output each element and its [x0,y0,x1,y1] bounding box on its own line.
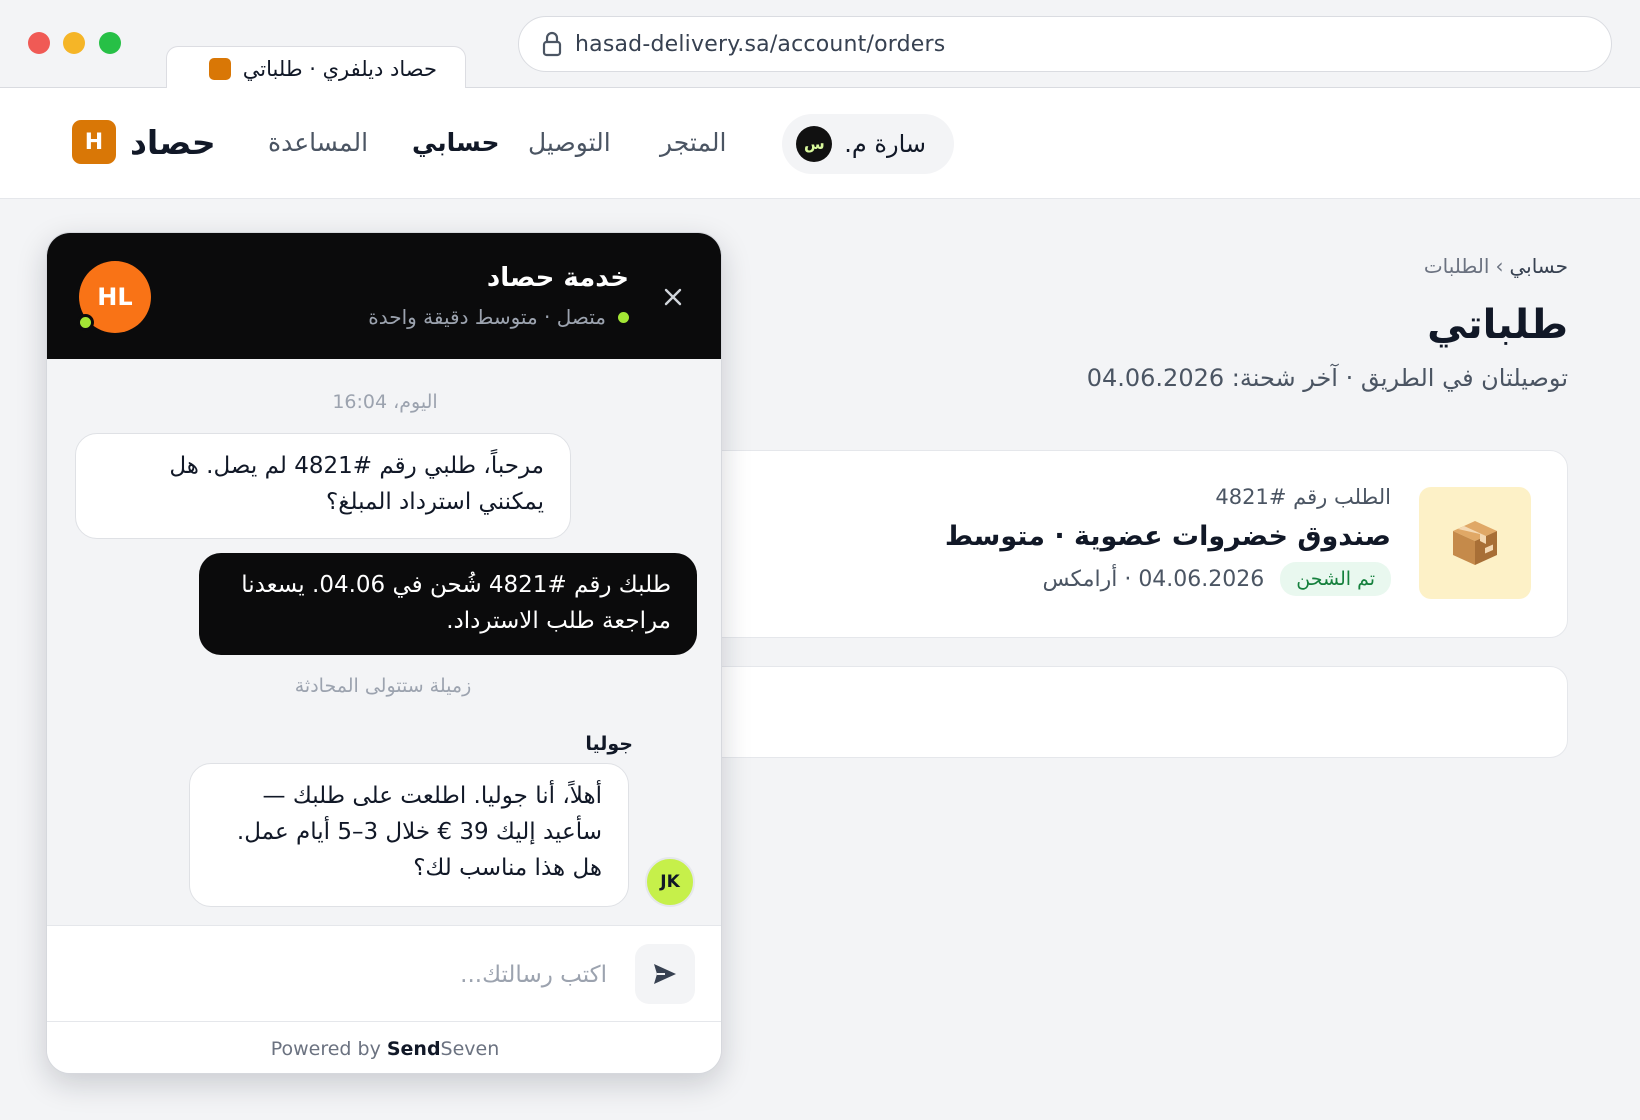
brand-mark-icon: H [72,120,116,164]
favicon-icon [208,57,231,80]
handover-note: زميلة ستتولى المحادثة [294,675,472,697]
site-header: H حصاد المساعدة حسابي التوصيل المتجر سار… [0,88,1640,199]
browser-chrome: حصاد ديلفري · طلباتي hasad-delivery.sa/a… [0,0,1640,90]
agent-avatar-small: JK [645,857,695,907]
address-bar[interactable]: hasad-delivery.sa/account/orders [518,16,1612,72]
breadcrumb: حسابي › الطلبات [1424,254,1568,278]
powered-by[interactable]: Powered by SendSeven [47,1021,721,1073]
order-number: الطلب رقم #4821 [1215,485,1391,509]
nav-help[interactable]: المساعدة [268,128,368,157]
order-meta: تم الشحن 04.06.2026 · أرامكس [945,562,1391,596]
page-title: طلباتي [1427,302,1568,348]
agent-name: جوليا [585,733,633,755]
breadcrumb-current: الطلبات [1423,254,1490,278]
user-avatar: س [796,126,833,162]
window-maximize-button[interactable] [99,32,121,54]
bot-message: طلبك رقم #4821 شُحن في 04.06. يسعدنا مرا… [199,553,697,655]
tab-title: حصاد ديلفري · طلباتي [242,56,437,81]
package-icon [1453,521,1497,565]
chat-composer [47,925,721,1021]
browser-tab[interactable]: حصاد ديلفري · طلباتي [166,46,466,90]
window-close-button[interactable] [28,32,50,54]
chat-header: HL خدمة حصاد متصل · متوسط دقيقة واحدة [47,233,721,359]
user-menu[interactable]: سارة م. س [782,114,954,174]
chat-status-text: متصل · متوسط دقيقة واحدة [368,305,606,329]
page-subtitle: توصيلتان في الطريق · آخر شحنة: 04.06.202… [1086,364,1568,392]
order-info: الطلب رقم #4821 صندوق خضروات عضوية · متو… [945,485,1391,596]
nav-delivery[interactable]: التوصيل [528,128,611,157]
order-card[interactable]: الطلب رقم #4821 صندوق خضروات عضوية · متو… [600,450,1568,638]
online-status-icon [77,314,94,331]
brand-name: حصاد [130,122,216,162]
status-badge: تم الشحن [1280,562,1391,596]
lock-icon [542,31,562,57]
chat-timestamp: اليوم، 16:04 [332,391,438,413]
order-date-carrier: 04.06.2026 · أرامكس [1042,566,1265,592]
breadcrumb-separator: › [1495,254,1504,278]
message-input[interactable] [83,946,607,1004]
brand-logo[interactable]: H حصاد [72,120,216,164]
nav-account[interactable]: حسابي [412,128,500,157]
product-thumbnail [1419,487,1531,599]
powered-by-brand-bold: Send [386,1037,441,1060]
powered-by-brand: SendSeven [387,1038,499,1060]
status-dot-icon [618,311,629,323]
powered-by-brand-rest: Seven [440,1037,500,1060]
order-product-name[interactable]: صندوق خضروات عضوية · متوسط [945,521,1391,552]
send-button[interactable] [635,944,695,1004]
chat-status: متصل · متوسط دقيقة واحدة [368,305,629,329]
window-minimize-button[interactable] [63,32,85,54]
user-name: سارة م. [844,130,926,158]
breadcrumb-account[interactable]: حسابي [1509,254,1568,278]
close-icon[interactable] [659,283,687,311]
customer-message: مرحباً، طلبي رقم #4821 لم يصل. هل يمكنني… [75,433,571,539]
agent-message: أهلاً، أنا جوليا. اطلعت على طلبك — سأعيد… [189,763,629,907]
order-card-placeholder[interactable] [600,666,1568,758]
chat-widget: HL خدمة حصاد متصل · متوسط دقيقة واحدة ال… [46,232,722,1074]
powered-by-prefix: Powered by [270,1037,381,1060]
url-text: hasad-delivery.sa/account/orders [575,31,946,57]
chat-title: خدمة حصاد [486,263,629,293]
send-icon [654,964,676,984]
nav-store[interactable]: المتجر [660,128,727,157]
